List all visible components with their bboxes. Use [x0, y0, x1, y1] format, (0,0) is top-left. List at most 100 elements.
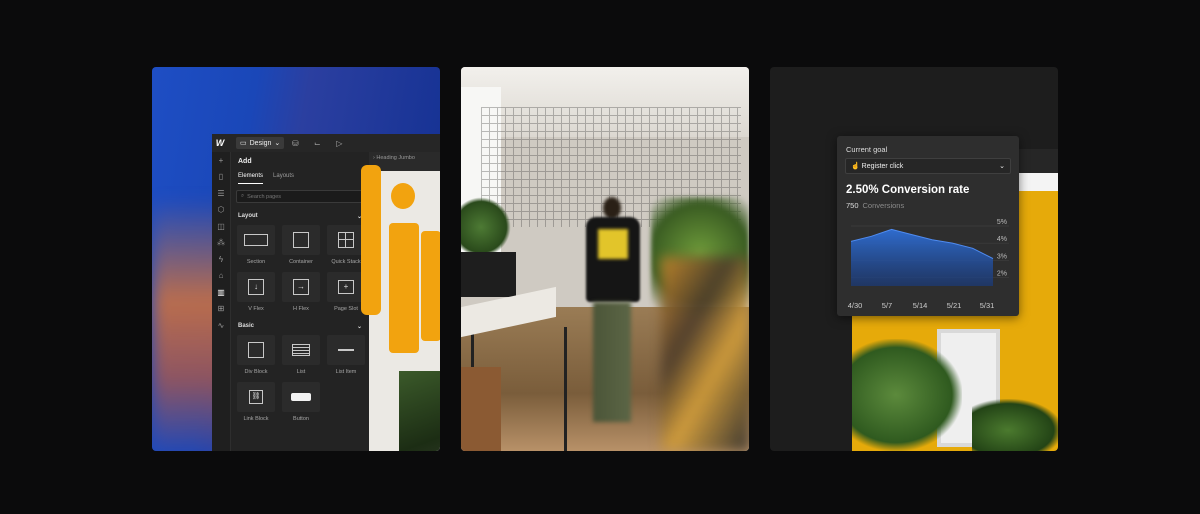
database-icon[interactable]: ⛁: [284, 134, 306, 152]
element-div-block[interactable]: Div Block: [236, 335, 276, 378]
element-label: Div Block: [244, 369, 268, 375]
element-v-flex[interactable]: ↓ V Flex: [236, 272, 276, 315]
components-icon[interactable]: ⬡: [212, 202, 230, 219]
x-tick-label: 5/21: [947, 301, 962, 310]
element-label: H Flex: [293, 306, 309, 312]
ecommerce-icon[interactable]: ⌂: [212, 268, 230, 285]
chart-area: [851, 229, 993, 286]
apps-icon[interactable]: ⊞: [212, 301, 230, 318]
interactions-icon[interactable]: ϟ: [212, 251, 230, 268]
element-label: Link Block: [243, 416, 269, 422]
webflow-logo-icon[interactable]: W: [212, 134, 228, 152]
section-title: Basic: [238, 323, 255, 329]
list-icon: [292, 344, 310, 356]
section-title: Layout: [238, 213, 258, 219]
page-slot-icon: +: [338, 280, 354, 294]
photo-wood-desk: [461, 367, 501, 451]
navigator-icon[interactable]: ☰: [212, 185, 230, 202]
element-label: Container: [289, 259, 313, 265]
element-quick-stack[interactable]: Quick Stack: [326, 225, 366, 268]
site-preview-plant: [852, 339, 962, 451]
chevron-down-icon: ⌄: [999, 163, 1005, 170]
conversion-rate: 2.50% Conversion rate: [846, 184, 970, 196]
panel-title: Add: [238, 158, 252, 165]
person-legs: [593, 302, 631, 422]
x-tick-label: 5/7: [882, 301, 892, 310]
button-icon: [291, 393, 311, 401]
designer-topbar: W ▭ Design ⌄ ⛁ ⌙ ▷: [212, 134, 440, 153]
chevron-down-icon: ⌄: [274, 140, 281, 147]
element-label: Button: [293, 416, 309, 422]
photo-person: [581, 197, 643, 437]
analytics-card: Current goal ☝ Register click ⌄ 2.50% Co…: [770, 67, 1058, 451]
container-icon: [293, 232, 309, 248]
element-button[interactable]: Button: [281, 382, 321, 425]
artwork-stem-shape: [389, 223, 419, 353]
play-icon[interactable]: ▷: [328, 134, 350, 152]
element-list-item[interactable]: List Item: [326, 335, 366, 378]
design-menu-button[interactable]: ▭ Design ⌄: [236, 137, 285, 149]
goal-select[interactable]: ☝ Register click ⌄: [845, 158, 1011, 174]
y-tick-label: 2%: [997, 270, 1007, 277]
photo-monitor: [461, 252, 516, 297]
breadcrumb: › Heading Jumbo: [369, 152, 440, 168]
element-list[interactable]: List: [281, 335, 321, 378]
section-header-basic[interactable]: Basic ⌄: [231, 317, 369, 333]
photo-plant: [461, 197, 511, 257]
y-tick-label: 4%: [997, 236, 1007, 243]
conversions-value: 750: [846, 201, 859, 210]
element-link-block[interactable]: ⛓ Link Block: [236, 382, 276, 425]
pointer-icon: ☝: [851, 163, 860, 170]
person-head: [603, 197, 621, 219]
x-tick-label: 5/14: [913, 301, 928, 310]
element-label: V Flex: [248, 306, 264, 312]
layout-elements-grid: Section Container Quick Stack ↓ V Flex →…: [231, 223, 369, 317]
library-icon[interactable]: ▥: [212, 284, 230, 301]
element-section[interactable]: Section: [236, 225, 276, 268]
search-placeholder: Search pages: [247, 193, 282, 200]
search-input[interactable]: ⌕ Search pages: [236, 190, 364, 203]
tab-elements[interactable]: Elements: [238, 173, 264, 184]
element-h-flex[interactable]: → H Flex: [281, 272, 321, 315]
div-block-icon: [248, 342, 264, 358]
element-label: Page Slot: [334, 306, 358, 312]
conversion-chart: 5% 4% 3% 2% 4/30 5/7 5/14 5/21 5/31: [848, 219, 1009, 310]
element-label: List Item: [335, 369, 357, 375]
element-label: List: [296, 369, 306, 375]
canvas-artwork: [361, 165, 440, 451]
photo-motion-blur: [661, 257, 749, 451]
design-canvas[interactable]: › Heading Jumbo: [361, 152, 440, 451]
variables-icon[interactable]: ⁂: [212, 235, 230, 252]
search-icon: ⌕: [241, 193, 245, 199]
quick-stack-icon: [338, 232, 354, 248]
add-icon[interactable]: +: [212, 152, 230, 169]
chevron-right-icon: ›: [373, 155, 375, 161]
y-tick-label: 5%: [997, 219, 1007, 226]
element-container[interactable]: Container: [281, 225, 321, 268]
add-panel: Add Elements Layouts ⌕ Search pages Layo…: [231, 152, 369, 451]
x-tick-label: 4/30: [848, 301, 863, 310]
design-label: Design: [249, 139, 272, 147]
element-page-slot[interactable]: + Page Slot: [326, 272, 366, 315]
person-shirt-print: [598, 229, 628, 259]
x-tick-label: 5/31: [980, 301, 995, 310]
artwork-letter-shape: [361, 165, 381, 315]
panel-tabs: Elements Layouts: [231, 165, 369, 184]
breadcrumb-label: Heading Jumbo: [376, 155, 415, 161]
designer-card: W ▭ Design ⌄ ⛁ ⌙ ▷ + ▯ ☰ ⬡ ◫ ⁂ ϟ ⌂ ▥ ⊞ ∿…: [152, 67, 440, 451]
pages-icon[interactable]: ▯: [212, 169, 230, 186]
activity-icon[interactable]: ∿: [212, 317, 230, 334]
basic-elements-grid: Div Block List List Item ⛓ Link Block Bu…: [231, 333, 369, 427]
section-header-layout[interactable]: Layout ⌄: [231, 203, 369, 223]
element-label: Quick Stack: [331, 259, 361, 265]
analytics-icon[interactable]: ⌙: [306, 134, 328, 152]
conversions-label: Conversions: [862, 201, 905, 210]
list-item-icon: [338, 349, 354, 351]
chevron-down-icon: ⌄: [356, 324, 362, 330]
tab-layouts[interactable]: Layouts: [273, 173, 294, 184]
goal-label: Current goal: [846, 145, 888, 154]
y-tick-label: 3%: [997, 253, 1007, 260]
v-flex-icon: ↓: [248, 279, 264, 295]
element-label: Section: [246, 259, 266, 265]
cms-icon[interactable]: ◫: [212, 218, 230, 235]
